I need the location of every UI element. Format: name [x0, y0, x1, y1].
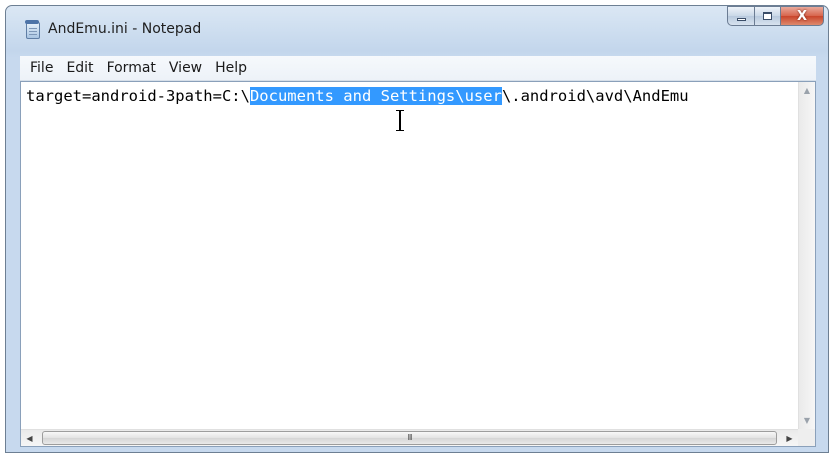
text-before-selection: target=android-3path=C:\: [26, 87, 250, 105]
close-button[interactable]: X: [780, 6, 824, 26]
text-line: target=android-3path=C:\Documents and Se…: [26, 87, 689, 106]
scroll-down-arrow-icon[interactable]: ▼: [799, 412, 815, 429]
notepad-app-icon[interactable]: [25, 20, 40, 39]
title-bar[interactable]: AndEmu.ini - Notepad X: [6, 6, 828, 54]
ibeam-cursor-icon: [396, 110, 404, 132]
selected-text: Documents and Settings\user: [249, 87, 502, 105]
menu-help[interactable]: Help: [209, 58, 253, 78]
menu-bar: File Edit Format View Help: [20, 56, 816, 81]
menu-edit[interactable]: Edit: [60, 58, 99, 78]
maximize-icon: [763, 12, 772, 20]
maximize-button[interactable]: [754, 6, 780, 26]
text-after-selection: \.android\avd\AndEmu: [501, 87, 689, 105]
horizontal-scroll-thumb[interactable]: III: [42, 431, 777, 445]
menu-file[interactable]: File: [24, 58, 59, 78]
menu-format[interactable]: Format: [101, 58, 162, 78]
minimize-icon: [736, 17, 746, 21]
scroll-up-arrow-icon[interactable]: ▲: [799, 82, 815, 99]
scroll-right-arrow-icon[interactable]: ▶: [781, 430, 798, 446]
text-editor[interactable]: target=android-3path=C:\Documents and Se…: [21, 82, 798, 429]
minimize-button[interactable]: [727, 6, 754, 26]
menu-view[interactable]: View: [163, 58, 208, 78]
scrollbar-corner: [798, 429, 815, 446]
editor-frame: target=android-3path=C:\Documents and Se…: [20, 81, 816, 447]
close-icon: X: [796, 8, 808, 24]
window-title: AndEmu.ini - Notepad: [48, 21, 202, 37]
window-controls: X: [727, 6, 824, 27]
notepad-window: AndEmu.ini - Notepad X File Edit Format …: [5, 5, 829, 453]
thumb-grip-icon: III: [407, 433, 412, 442]
scroll-left-arrow-icon[interactable]: ◀: [21, 430, 38, 446]
horizontal-scrollbar[interactable]: ◀ III ▶: [21, 429, 798, 446]
vertical-scrollbar[interactable]: ▲ ▼: [798, 82, 815, 429]
